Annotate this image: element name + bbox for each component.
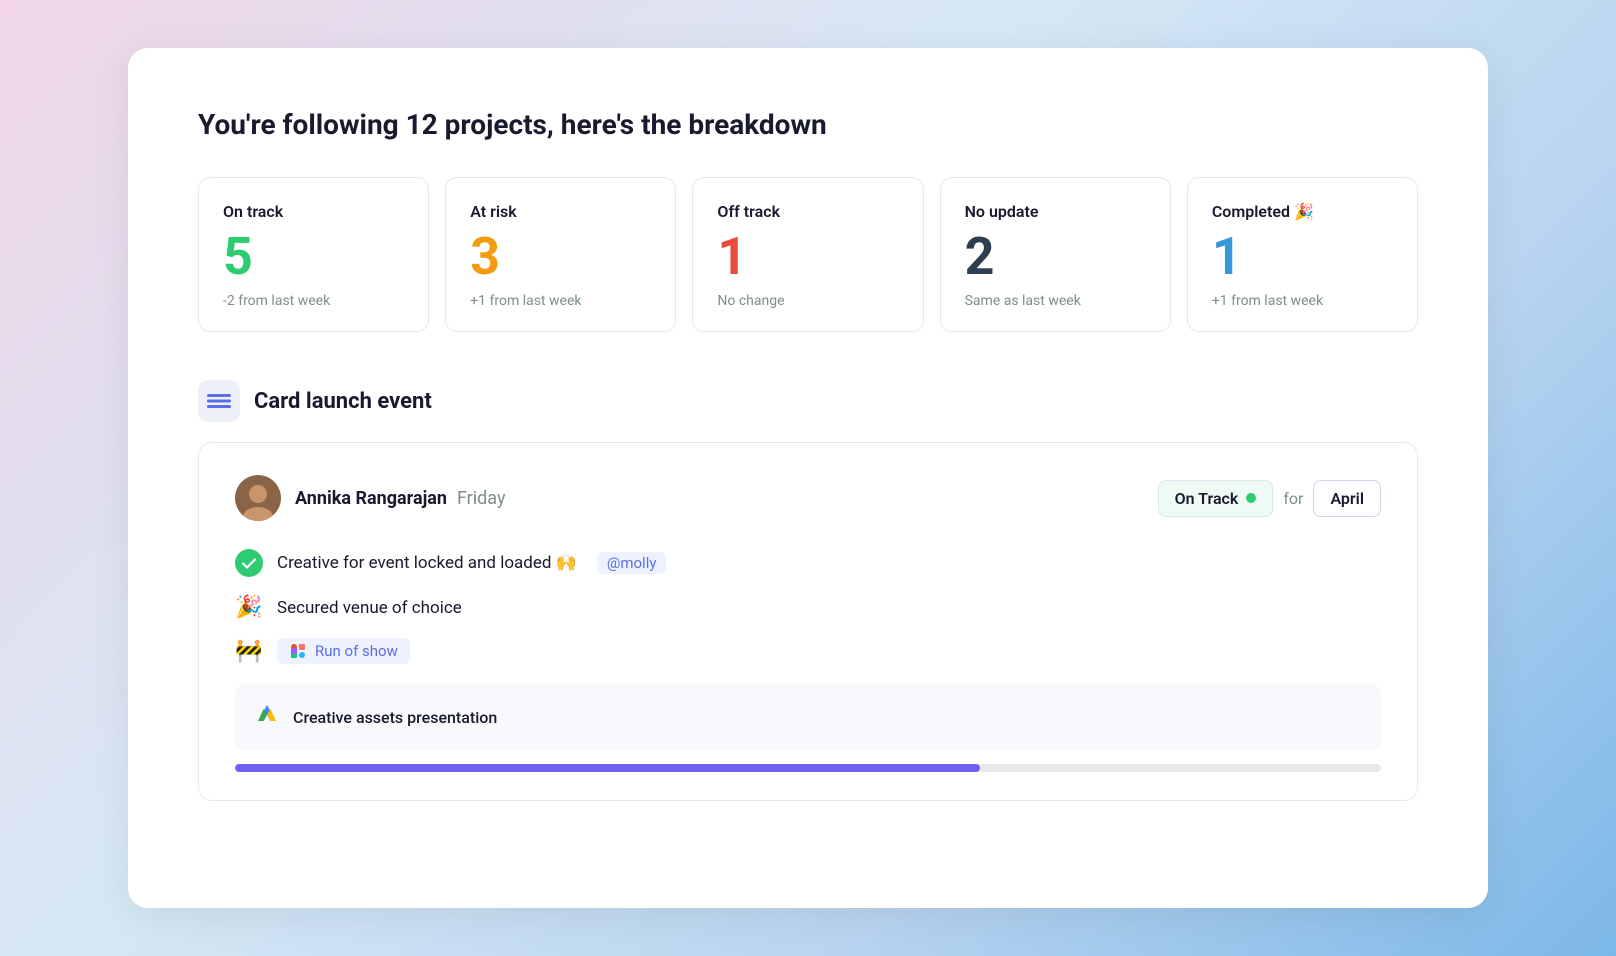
stat-change-on-track: -2 from last week [223, 293, 404, 309]
stat-label-completed: Completed 🎉 [1212, 202, 1393, 221]
mention-tag[interactable]: @molly [597, 552, 667, 574]
stat-card-at-risk[interactable]: At risk 3 +1 from last week [445, 177, 676, 332]
list-item: 🚧 Run of show [235, 638, 1381, 664]
status-label: On Track [1175, 489, 1239, 508]
author-name: Annika Rangarajan [295, 488, 447, 509]
on-track-badge[interactable]: On Track [1158, 480, 1274, 517]
status-dot [1246, 493, 1256, 503]
status-area: On Track for April [1158, 480, 1381, 517]
stat-change-completed: +1 from last week [1212, 293, 1393, 309]
link-label: Run of show [315, 642, 398, 660]
stat-number-at-risk: 3 [470, 231, 651, 283]
stat-label-no-update: No update [965, 202, 1146, 221]
figma-icon [289, 642, 307, 660]
stat-change-off-track: No change [717, 293, 898, 309]
update-header: Annika Rangarajan Friday On Track for Ap… [235, 475, 1381, 521]
list-item: Creative for event locked and loaded 🙌 @… [235, 549, 1381, 577]
avatar [235, 475, 281, 521]
for-text: for [1283, 489, 1303, 508]
sub-card-title: Creative assets presentation [293, 708, 497, 727]
list-item: 🎉 Secured venue of choice [235, 595, 1381, 620]
stat-number-on-track: 5 [223, 231, 404, 283]
stat-card-completed[interactable]: Completed 🎉 1 +1 from last week [1187, 177, 1418, 332]
stat-card-on-track[interactable]: On track 5 -2 from last week [198, 177, 429, 332]
stat-label-at-risk: At risk [470, 202, 651, 221]
update-author: Annika Rangarajan Friday [235, 475, 505, 521]
stat-change-no-update: Same as last week [965, 293, 1146, 309]
stat-label-on-track: On track [223, 202, 404, 221]
section-header: Card launch event [198, 380, 1418, 422]
progress-bar-container [235, 764, 1381, 772]
update-items: Creative for event locked and loaded 🙌 @… [235, 549, 1381, 664]
sub-card[interactable]: Creative assets presentation [235, 684, 1381, 750]
stat-number-completed: 1 [1212, 231, 1393, 283]
item-text-2: Secured venue of choice [277, 598, 462, 618]
section-title: Card launch event [254, 389, 432, 414]
main-card: You're following 12 projects, here's the… [128, 48, 1488, 908]
check-icon [235, 549, 263, 577]
construction-emoji: 🚧 [235, 639, 263, 664]
update-card: Annika Rangarajan Friday On Track for Ap… [198, 442, 1418, 801]
stat-card-off-track[interactable]: Off track 1 No change [692, 177, 923, 332]
stats-row: On track 5 -2 from last week At risk 3 +… [198, 177, 1418, 332]
stat-number-no-update: 2 [965, 231, 1146, 283]
author-day: Friday [457, 488, 506, 509]
gdrive-icon [255, 702, 279, 732]
stat-card-no-update[interactable]: No update 2 Same as last week [940, 177, 1171, 332]
stat-change-at-risk: +1 from last week [470, 293, 651, 309]
month-badge[interactable]: April [1313, 480, 1381, 517]
item-text-1: Creative for event locked and loaded 🙌 [277, 553, 577, 573]
month-label: April [1330, 489, 1364, 508]
author-info: Annika Rangarajan Friday [295, 488, 505, 509]
stat-label-off-track: Off track [717, 202, 898, 221]
party-emoji: 🎉 [235, 595, 263, 620]
stat-number-off-track: 1 [717, 231, 898, 283]
run-of-show-link[interactable]: Run of show [277, 638, 410, 664]
progress-bar-fill [235, 764, 980, 772]
page-title: You're following 12 projects, here's the… [198, 108, 1418, 141]
section-icon [198, 380, 240, 422]
